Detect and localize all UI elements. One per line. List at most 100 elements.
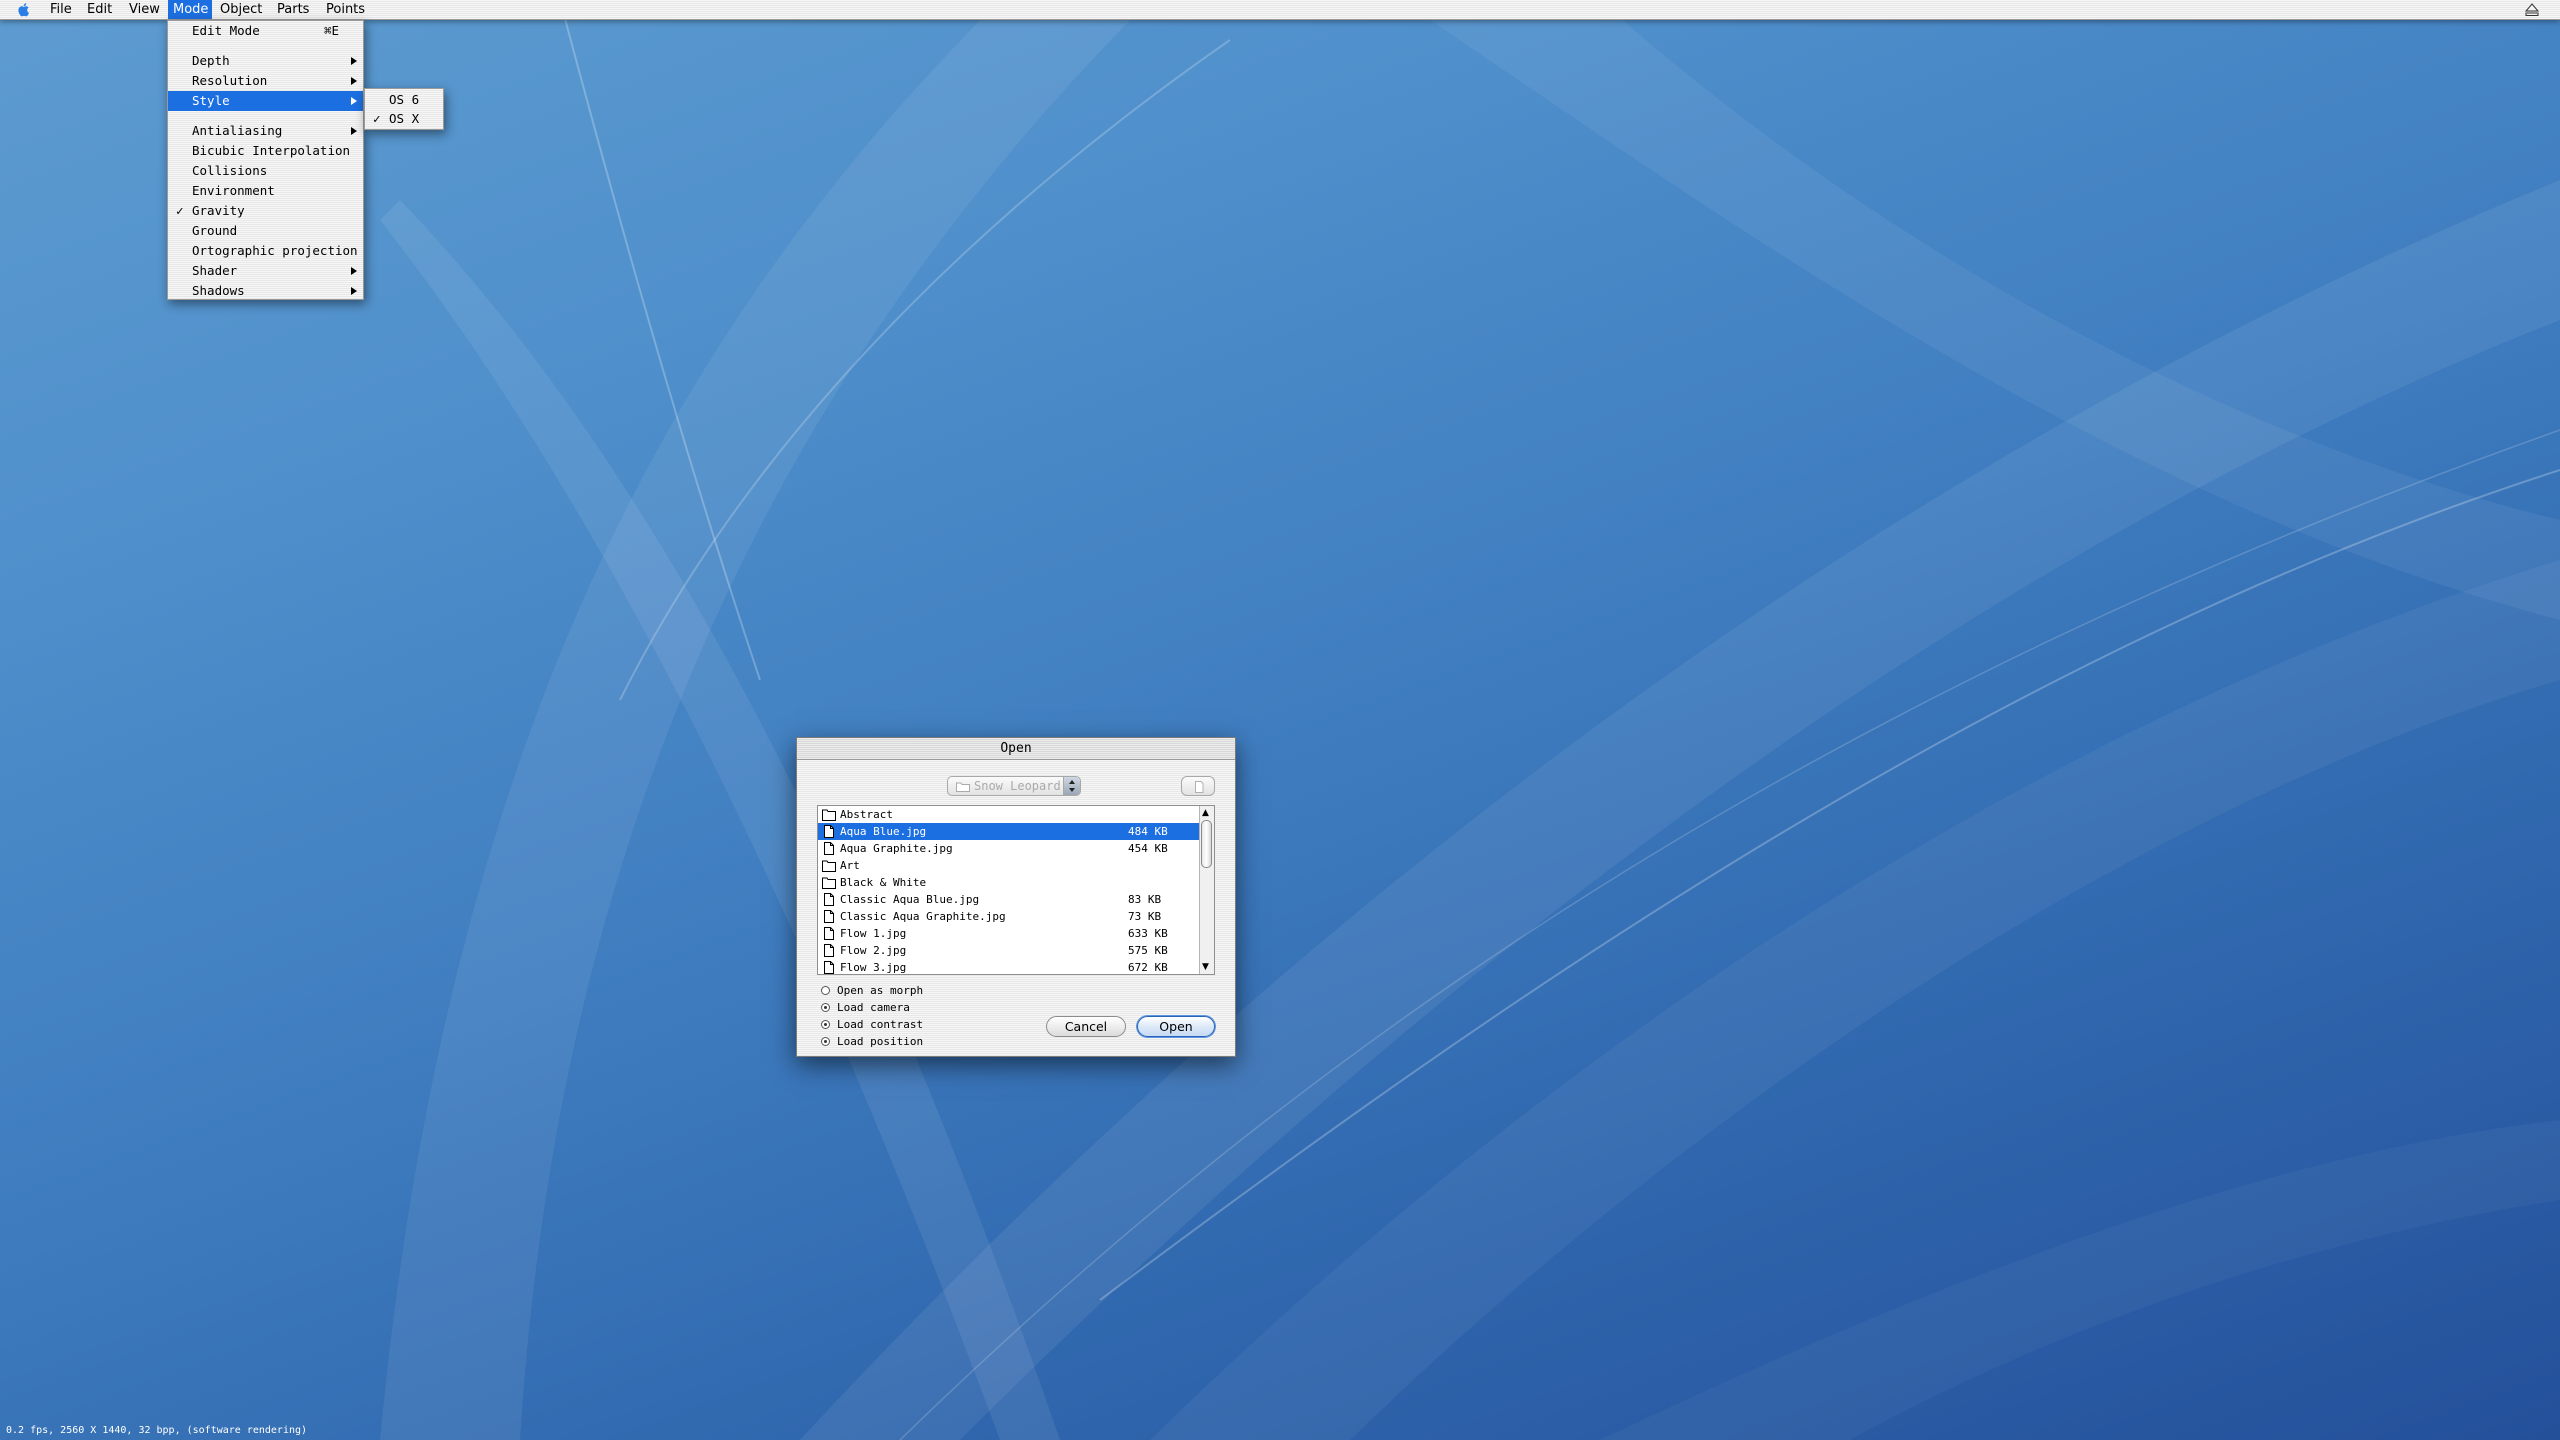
menu-view[interactable]: View [124,0,165,19]
checkmark-icon: ✓ [373,111,381,126]
file-name: Black & White [840,876,927,889]
list-item[interactable]: Flow 2.jpg 575 KB [818,942,1200,959]
document-icon [1195,781,1204,793]
menu-item-ground[interactable]: Ground [168,221,363,241]
folder-icon [822,860,836,872]
checkmark-icon: ✓ [176,203,184,218]
popup-stepper-icon [1063,777,1080,795]
file-size: 633 KB [1128,927,1168,940]
file-size: 73 KB [1128,910,1162,923]
document-icon [824,825,834,838]
list-item[interactable]: Art [818,857,1200,874]
mode-menu: Edit Mode ⌘E Depth Resolution Style Anti… [167,20,364,300]
menu-item-environment[interactable]: Environment [168,181,363,201]
list-item[interactable]: Classic Aqua Blue.jpg 83 KB [818,891,1200,908]
option-label: Load contrast [837,1018,924,1031]
submenu-arrow-icon [351,97,357,105]
option-label: Load camera [837,1001,910,1014]
menu-item-os-6[interactable]: OS 6 [365,90,443,110]
list-item[interactable]: Abstract [818,806,1200,823]
dialog-title: Open [1000,741,1032,756]
submenu-arrow-icon [351,57,357,65]
file-size: 575 KB [1128,944,1168,957]
menu-item-label: Antialiasing [192,123,283,138]
file-name: Classic Aqua Blue.jpg [840,893,980,906]
file-size: 454 KB [1128,842,1168,855]
scroll-thumb[interactable] [1201,820,1212,868]
folder-icon [822,809,836,821]
radio-button[interactable] [821,1020,830,1029]
menu-object[interactable]: Object [215,0,267,19]
menu-file[interactable]: File [45,0,77,19]
radio-button[interactable] [821,986,830,995]
list-item[interactable]: Classic Aqua Graphite.jpg 73 KB [818,908,1200,925]
menu-item-shadows[interactable]: Shadows [168,281,363,301]
menu-item-style[interactable]: Style [168,91,363,111]
scroll-up-arrow-icon[interactable]: ▲ [1202,808,1209,818]
file-name: Art [840,859,860,872]
menu-item-antialiasing[interactable]: Antialiasing [168,121,363,141]
menu-points[interactable]: Points [321,0,370,19]
list-item[interactable]: Aqua Graphite.jpg 454 KB [818,840,1200,857]
menu-item-resolution[interactable]: Resolution [168,71,363,91]
menu-item-label: Environment [192,183,275,198]
apple-icon[interactable] [17,2,31,17]
menu-item-bicubic-interpolation[interactable]: Bicubic Interpolation [168,141,363,161]
menu-item-label: Gravity [192,203,245,218]
submenu-arrow-icon [351,267,357,275]
cancel-button[interactable]: Cancel [1046,1016,1126,1037]
list-item[interactable]: Black & White [818,874,1200,891]
file-list-scrollbar[interactable]: ▲ ▼ [1199,806,1214,974]
menu-item-gravity[interactable]: ✓ Gravity [168,201,363,221]
list-item[interactable]: Flow 3.jpg 672 KB [818,959,1200,974]
new-folder-button[interactable] [1181,776,1215,796]
menu-item-depth[interactable]: Depth [168,51,363,71]
location-popup[interactable]: Snow Leopard [947,776,1081,796]
document-icon [824,842,834,855]
shortcut-label: ⌘E [323,23,339,38]
radio-button[interactable] [821,1037,830,1046]
document-icon [824,961,834,974]
menu-item-ortographic-projection[interactable]: Ortographic projection [168,241,363,261]
menu-parts[interactable]: Parts [272,0,314,19]
option-label: Open as morph [837,984,924,997]
menu-item-edit-mode[interactable]: Edit Mode ⌘E [168,21,363,41]
open-button[interactable]: Open [1137,1016,1215,1037]
menu-item-label: Edit Mode [192,23,260,38]
document-icon [824,927,834,940]
menu-item-label: Bicubic Interpolation [192,143,351,158]
list-item[interactable]: Aqua Blue.jpg 484 KB [818,823,1200,840]
submenu-arrow-icon [351,287,357,295]
style-submenu: OS 6 ✓ OS X [364,88,444,130]
eject-icon[interactable] [2524,2,2540,17]
menu-item-label: Collisions [192,163,268,178]
file-name: Classic Aqua Graphite.jpg [840,910,1006,923]
file-size: 672 KB [1128,961,1168,974]
folder-icon [822,877,836,889]
option-label: Load position [837,1035,924,1048]
open-dialog: Open Snow Leopard Abstract Aqua Blue.jpg… [796,737,1236,1057]
menu-item-os-x[interactable]: ✓ OS X [365,109,443,129]
radio-button[interactable] [821,1003,830,1012]
menu-item-label: Ground [192,223,238,238]
menu-edit[interactable]: Edit [82,0,117,19]
file-list[interactable]: Abstract Aqua Blue.jpg 484 KB Aqua Graph… [817,805,1215,975]
file-name: Abstract [840,808,893,821]
list-item[interactable]: Flow 1.jpg 633 KB [818,925,1200,942]
file-name: Aqua Blue.jpg [840,825,927,838]
menu-item-collisions[interactable]: Collisions [168,161,363,181]
menu-item-label: Resolution [192,73,268,88]
menu-item-shader[interactable]: Shader [168,261,363,281]
menu-mode[interactable]: Mode [168,0,212,19]
menu-item-label: Shader [192,263,238,278]
menu-item-label: OS 6 [389,92,420,107]
desktop-wallpaper [0,0,2560,1440]
menu-item-label: Style [192,93,230,108]
menu-item-label: Ortographic projection [192,243,358,258]
menu-bar: File Edit View Mode Object Parts Points [0,0,2560,20]
dialog-titlebar[interactable]: Open [797,738,1235,760]
menu-item-label: OS X [389,111,420,126]
wallpaper-waves [380,0,2560,1440]
submenu-arrow-icon [351,127,357,135]
scroll-down-arrow-icon[interactable]: ▼ [1202,962,1209,972]
